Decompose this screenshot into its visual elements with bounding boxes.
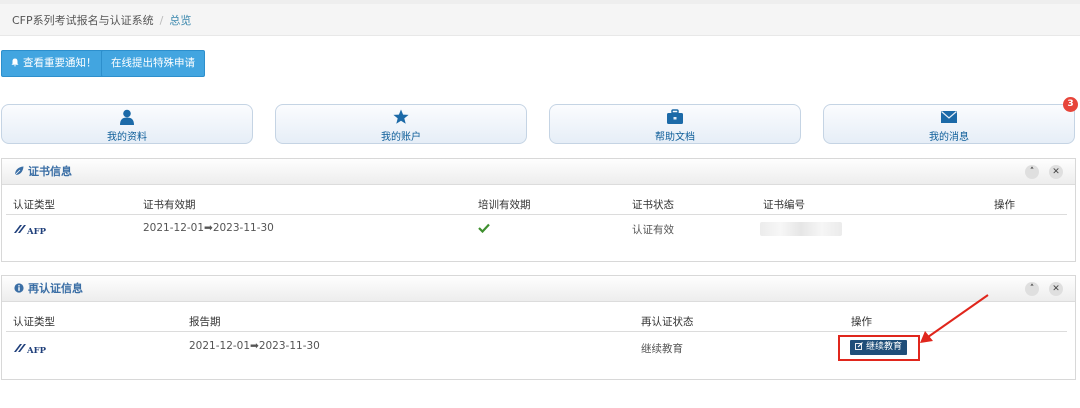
page: CFP系列考试报名与认证系统 / 总览 查看重要通知！ 在线提出特殊申请 我的资料 … — [0, 0, 1080, 408]
annotation-arrow-icon — [920, 294, 989, 343]
